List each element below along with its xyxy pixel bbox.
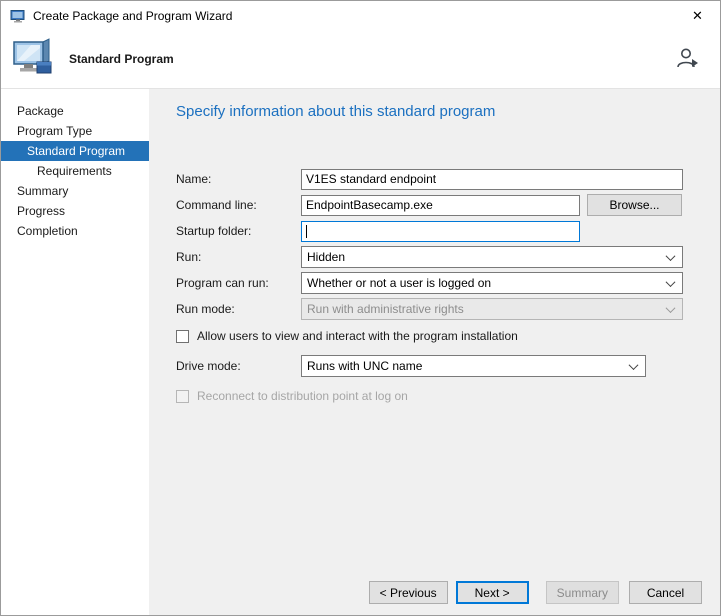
allow-interact-row: Allow users to view and interact with th… bbox=[176, 329, 720, 343]
chevron-down-icon bbox=[629, 360, 639, 370]
window-title: Create Package and Program Wizard bbox=[33, 9, 232, 23]
sidebar-item-label: Standard Program bbox=[27, 144, 125, 158]
wizard-footer: < Previous Next > Summary Cancel bbox=[361, 581, 702, 604]
command-line-row: Command line: Browse... bbox=[176, 194, 720, 216]
sidebar-item-standard-program[interactable]: Standard Program bbox=[1, 141, 149, 161]
close-button[interactable]: ✕ bbox=[675, 1, 720, 30]
wizard-header: Standard Program bbox=[1, 30, 720, 89]
summary-button: Summary bbox=[546, 581, 619, 604]
startup-folder-input[interactable] bbox=[301, 221, 580, 242]
reconnect-label: Reconnect to distribution point at log o… bbox=[197, 389, 408, 403]
sidebar-item-label: Progress bbox=[17, 204, 65, 218]
name-label: Name: bbox=[176, 172, 301, 186]
sidebar-item-label: Package bbox=[17, 104, 64, 118]
chevron-down-icon bbox=[666, 277, 676, 287]
reconnect-row: Reconnect to distribution point at log o… bbox=[176, 389, 720, 403]
startup-folder-label: Startup folder: bbox=[176, 224, 301, 238]
program-can-run-row: Program can run: Whether or not a user i… bbox=[176, 272, 720, 294]
sidebar-item-label: Requirements bbox=[37, 164, 112, 178]
sidebar-item-completion[interactable]: Completion bbox=[1, 221, 149, 241]
chevron-down-icon bbox=[666, 251, 676, 261]
run-row: Run: Hidden bbox=[176, 246, 720, 268]
command-line-label: Command line: bbox=[176, 198, 301, 212]
program-can-run-label: Program can run: bbox=[176, 276, 301, 290]
allow-interact-label: Allow users to view and interact with th… bbox=[197, 329, 518, 343]
run-dropdown[interactable]: Hidden bbox=[301, 246, 683, 268]
app-icon bbox=[10, 8, 26, 24]
command-line-input[interactable] bbox=[301, 195, 580, 216]
previous-button[interactable]: < Previous bbox=[369, 581, 448, 604]
computer-package-icon bbox=[11, 38, 57, 80]
drive-mode-dropdown[interactable]: Runs with UNC name bbox=[301, 355, 646, 377]
browse-button[interactable]: Browse... bbox=[587, 194, 682, 216]
wizard-main-panel: Specify information about this standard … bbox=[149, 89, 720, 615]
drive-mode-dropdown-value: Runs with UNC name bbox=[307, 359, 630, 373]
title-bar: Create Package and Program Wizard ✕ bbox=[1, 1, 720, 30]
sidebar-item-label: Program Type bbox=[17, 124, 92, 138]
wizard-body: Package Program Type Standard Program Re… bbox=[1, 89, 720, 615]
run-dropdown-value: Hidden bbox=[307, 250, 667, 264]
run-label: Run: bbox=[176, 250, 301, 264]
sidebar-item-summary[interactable]: Summary bbox=[1, 181, 149, 201]
wizard-steps-sidebar: Package Program Type Standard Program Re… bbox=[1, 89, 149, 615]
next-button[interactable]: Next > bbox=[456, 581, 529, 604]
chevron-down-icon bbox=[666, 303, 676, 313]
run-mode-row: Run mode: Run with administrative rights bbox=[176, 298, 720, 320]
user-arrow-icon bbox=[674, 46, 700, 72]
run-mode-dropdown-value: Run with administrative rights bbox=[307, 302, 667, 316]
drive-mode-label: Drive mode: bbox=[176, 359, 301, 373]
name-input[interactable] bbox=[301, 169, 683, 190]
startup-folder-row: Startup folder: bbox=[176, 220, 720, 242]
text-caret bbox=[306, 225, 307, 238]
name-row: Name: bbox=[176, 168, 720, 190]
drive-mode-row: Drive mode: Runs with UNC name bbox=[176, 355, 720, 377]
sidebar-item-label: Summary bbox=[17, 184, 68, 198]
sidebar-item-progress[interactable]: Progress bbox=[1, 201, 149, 221]
sidebar-item-package[interactable]: Package bbox=[1, 101, 149, 121]
program-can-run-dropdown[interactable]: Whether or not a user is logged on bbox=[301, 272, 683, 294]
reconnect-checkbox bbox=[176, 390, 189, 403]
page-title: Specify information about this standard … bbox=[176, 103, 720, 120]
sidebar-item-program-type[interactable]: Program Type bbox=[1, 121, 149, 141]
cancel-button[interactable]: Cancel bbox=[629, 581, 702, 604]
program-can-run-dropdown-value: Whether or not a user is logged on bbox=[307, 276, 667, 290]
wizard-window: Create Package and Program Wizard ✕ Stan… bbox=[0, 0, 721, 616]
run-mode-label: Run mode: bbox=[176, 302, 301, 316]
allow-interact-checkbox[interactable] bbox=[176, 330, 189, 343]
sidebar-item-requirements[interactable]: Requirements bbox=[1, 161, 149, 181]
sidebar-item-label: Completion bbox=[17, 224, 78, 238]
run-mode-dropdown: Run with administrative rights bbox=[301, 298, 683, 320]
wizard-page-label: Standard Program bbox=[69, 52, 174, 66]
